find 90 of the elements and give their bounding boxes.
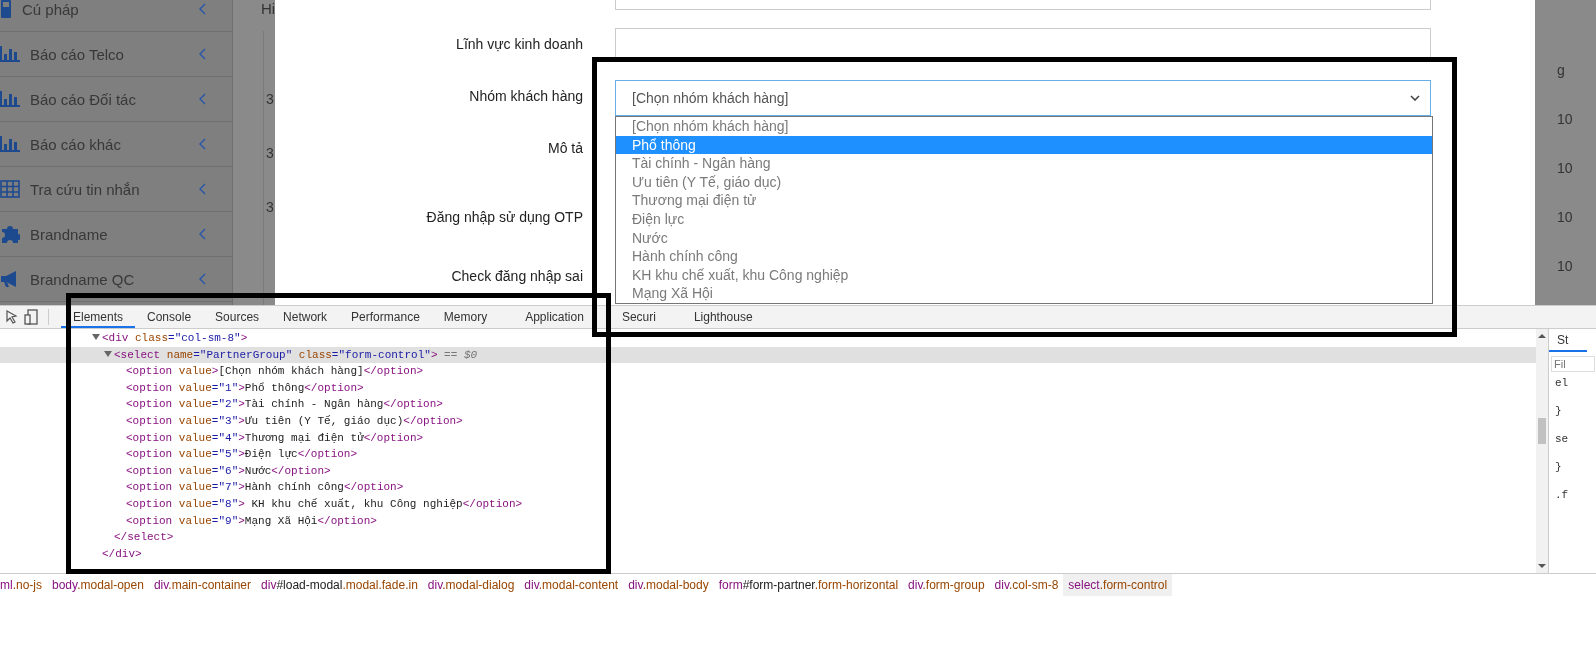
- devtools-tab[interactable]: Elements: [61, 306, 136, 328]
- sidebar-label: Báo cáo Đối tác: [30, 90, 137, 108]
- table-cell-text: 3: [265, 199, 275, 215]
- puzzle-icon: [0, 224, 20, 244]
- dom-line[interactable]: <option value="6">Nước</option>: [0, 462, 1536, 480]
- breadcrumb-item[interactable]: div.form-group: [903, 574, 990, 596]
- dom-line[interactable]: <option value="3">Ưu tiên (Y Tế, giáo dục)</option>: [0, 412, 1536, 430]
- styles-tab[interactable]: St: [1549, 329, 1587, 352]
- dropdown-option[interactable]: Hành chính công: [616, 247, 1432, 266]
- filter-field[interactable]: Fil: [1551, 356, 1595, 372]
- dropdown-option[interactable]: Mạng Xã Hội: [616, 284, 1432, 303]
- style-rule-text: }: [1554, 404, 1563, 418]
- sidebar-label: Báo cáo khác: [30, 135, 122, 153]
- dropdown-option[interactable]: Thương mại điện tử: [616, 191, 1432, 210]
- dom-line[interactable]: </select>: [0, 529, 1536, 546]
- breadcrumb-item[interactable]: body.modal-open: [47, 574, 149, 596]
- sidebar-label: Brandname: [30, 225, 109, 243]
- breadcrumb-item[interactable]: div.modal-dialog: [422, 574, 520, 596]
- bar-chart-icon: [0, 136, 20, 152]
- chevron-left-icon: [199, 228, 206, 240]
- table-cell-text: 10: [1557, 160, 1574, 176]
- field-label: Đăng nhập sử dụng OTP: [426, 209, 583, 225]
- dropdown-option[interactable]: Nước: [616, 228, 1432, 248]
- devtools-tab[interactable]: Lighthouse: [681, 306, 765, 328]
- dom-line[interactable]: <option value>[Chọn nhóm khách hàng]</option>: [0, 363, 1536, 380]
- table-cell-text: 10: [1557, 111, 1574, 127]
- devtools-tab[interactable]: Performance: [339, 306, 432, 328]
- chevron-left-icon: [199, 93, 206, 105]
- field-label: Nhóm khách hàng: [469, 88, 583, 104]
- devtools-tab[interactable]: Application: [513, 306, 596, 328]
- select-field[interactable]: [Chọn nhóm khách hàng]: [615, 80, 1431, 116]
- sidebar-label: Báo cáo Telco: [30, 45, 125, 63]
- inspect-icon[interactable]: [6, 310, 18, 324]
- devtools-tab[interactable]: Sources: [203, 306, 272, 328]
- sidebar-label: Cú pháp: [22, 0, 80, 18]
- breadcrumb-item[interactable]: div.modal-content: [519, 574, 624, 596]
- scrollbar-thumb[interactable]: [1538, 418, 1546, 444]
- devtools-tab[interactable]: Console: [135, 306, 204, 328]
- scroll-down-icon[interactable]: [1538, 563, 1546, 569]
- dom-line[interactable]: <option value="9">Mạng Xã Hội</option>: [0, 512, 1536, 530]
- dropdown-option[interactable]: [Chọn nhóm khách hàng]: [616, 117, 1432, 136]
- chevron-left-icon: [199, 3, 206, 15]
- dropdown-option[interactable]: KH khu chế xuất, khu Công nghiệp: [616, 265, 1432, 285]
- dom-line[interactable]: <option value="8"> KH khu chế xuất, khu Công nghiệp</option>: [0, 495, 1536, 513]
- table-cell-text: 10: [1557, 209, 1574, 225]
- bar-chart-icon: [0, 46, 20, 62]
- style-rule-text: se: [1554, 432, 1570, 446]
- dom-line[interactable]: <option value="5">Điện lực</option>: [0, 446, 1536, 463]
- dropdown-option[interactable]: Điện lực: [616, 209, 1432, 229]
- style-rule-text: el: [1554, 376, 1570, 390]
- breadcrumb-item[interactable]: div#load-modal.modal.fade.in: [256, 574, 423, 596]
- breadcrumb-item[interactable]: form#form-partner.form-horizontal: [713, 574, 904, 596]
- devtools-tab[interactable]: Memory: [431, 306, 500, 328]
- style-rule-text: .f: [1554, 488, 1570, 502]
- bar-chart-icon: [0, 91, 20, 107]
- page-heading: Hi: [261, 0, 275, 17]
- sidebar-label: Brandname QC: [30, 270, 136, 288]
- dom-line[interactable]: </div>: [0, 545, 1536, 563]
- table-grid-icon: [0, 180, 20, 198]
- caret-icon: [1410, 95, 1420, 101]
- dom-line[interactable]: <div class="col-sm-8">: [0, 330, 1536, 347]
- table-cell-text: 3: [265, 91, 275, 107]
- breadcrumb-item[interactable]: div.modal-body: [623, 574, 714, 596]
- chevron-left-icon: [199, 138, 206, 150]
- page-heading: g: [1557, 62, 1566, 78]
- dom-line[interactable]: <option value="2">Tài chính - Ngân hàng</option>: [0, 396, 1536, 413]
- table-cell-text: 3: [265, 145, 275, 161]
- sidebar-label: Tra cứu tin nhắn: [30, 180, 141, 198]
- dropdown-option[interactable]: Ưu tiên (Y Tế, giáo dục): [616, 172, 1432, 192]
- dom-line[interactable]: <option value="4">Thương mại điện tử</option>: [0, 429, 1536, 447]
- chevron-left-icon: [199, 183, 206, 195]
- field-label: Lĩnh vực kinh doanh: [456, 36, 583, 52]
- device-toolbar-icon[interactable]: [24, 309, 38, 325]
- table-cell-text: 10: [1557, 258, 1574, 274]
- devtools-tab[interactable]: Network: [271, 306, 340, 328]
- scrollbar[interactable]: [1536, 329, 1549, 573]
- breadcrumb-item[interactable]: div.col-sm-8: [989, 574, 1064, 596]
- chevron-left-icon: [199, 48, 206, 60]
- field-label: Mô tả: [548, 140, 583, 156]
- field-label: Check đăng nhập sai: [451, 268, 583, 284]
- dom-line[interactable]: <option value="1">Phổ thông</option>: [0, 379, 1536, 397]
- breadcrumb-item[interactable]: select.form-control: [1063, 574, 1173, 596]
- dom-line[interactable]: <option value="7">Hành chính công</option>: [0, 479, 1536, 496]
- dropdown-option[interactable]: Tài chính - Ngân hàng: [616, 154, 1432, 173]
- breadcrumb-item[interactable]: div.main-container: [148, 574, 257, 596]
- scroll-up-icon[interactable]: [1538, 333, 1546, 339]
- chevron-left-icon: [199, 273, 206, 285]
- devtools-tab[interactable]: Securi: [609, 306, 668, 328]
- style-rule-text: }: [1554, 460, 1563, 474]
- breadcrumb-item[interactable]: ml.no-js: [0, 574, 47, 596]
